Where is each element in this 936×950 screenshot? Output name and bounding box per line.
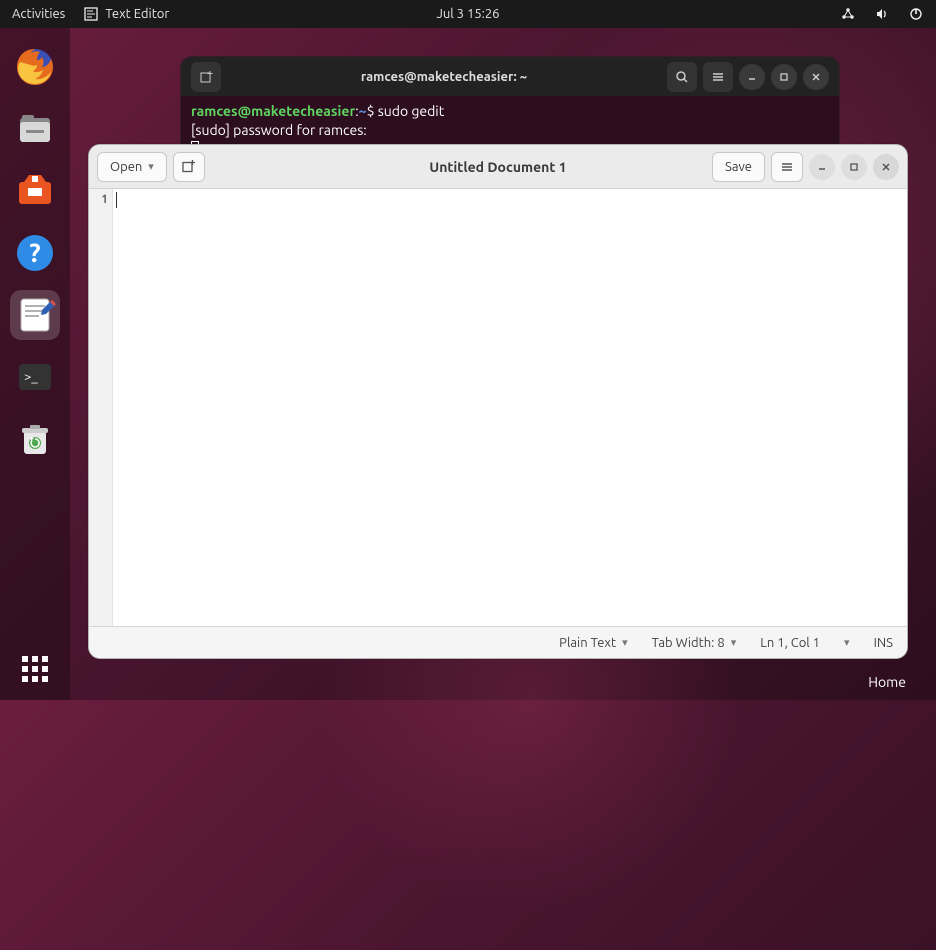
tabwidth-label: Tab Width: 8 <box>652 636 725 650</box>
active-app-indicator[interactable]: Text Editor <box>83 6 169 22</box>
active-app-name: Text Editor <box>105 7 169 21</box>
dock-help[interactable]: ? <box>10 228 60 278</box>
terminal-title: ramces@maketecheasier: ~ <box>361 70 527 84</box>
show-apps-button[interactable] <box>0 656 70 682</box>
dock: ? >_ <box>0 28 70 700</box>
tabwidth-selector[interactable]: Tab Width: 8 ▾ <box>652 636 737 650</box>
gutter-line-1: 1 <box>89 193 108 206</box>
network-icon <box>840 6 856 22</box>
line-gutter: 1 <box>89 189 113 626</box>
gedit-close-button[interactable] <box>873 154 899 180</box>
system-tray[interactable] <box>840 6 924 22</box>
maximize-icon <box>779 72 789 82</box>
maximize-icon <box>849 162 859 172</box>
chevron-down-icon: ▾ <box>731 636 737 649</box>
chevron-down-icon[interactable]: ▾ <box>844 636 850 649</box>
hamburger-icon <box>711 70 725 84</box>
gedit-maximize-button[interactable] <box>841 154 867 180</box>
terminal-line-1: ramces@maketecheasier:~$ sudo gedit <box>191 102 829 121</box>
dock-firefox[interactable] <box>10 42 60 92</box>
activities-button[interactable]: Activities <box>12 7 65 21</box>
save-button[interactable]: Save <box>712 152 765 182</box>
desktop-home-label[interactable]: Home <box>868 674 906 690</box>
position-label: Ln 1, Col 1 <box>760 636 820 650</box>
power-icon <box>908 6 924 22</box>
terminal-icon: >_ <box>14 356 56 398</box>
new-tab-button[interactable] <box>191 62 221 92</box>
terminal-menu-button[interactable] <box>703 62 733 92</box>
note-icon <box>83 6 99 22</box>
help-icon: ? <box>14 232 56 274</box>
close-icon <box>811 72 821 82</box>
prompt-symbol: $ <box>367 103 378 119</box>
terminal-close-button[interactable] <box>803 64 829 90</box>
clock[interactable]: Jul 3 15:26 <box>436 7 499 21</box>
volume-icon <box>874 6 890 22</box>
svg-text:?: ? <box>29 238 40 267</box>
open-button[interactable]: Open ▾ <box>97 152 167 182</box>
syntax-selector[interactable]: Plain Text ▾ <box>559 636 627 650</box>
dock-trash[interactable] <box>10 414 60 464</box>
terminal-search-button[interactable] <box>667 62 697 92</box>
save-button-label: Save <box>725 160 752 174</box>
insert-mode[interactable]: INS <box>874 636 893 650</box>
editor-caret <box>116 192 117 208</box>
editor-area[interactable] <box>113 189 907 626</box>
terminal-titlebar[interactable]: ramces@maketecheasier: ~ <box>181 57 839 96</box>
dock-software[interactable] <box>10 166 60 216</box>
minimize-icon <box>747 72 757 82</box>
close-icon <box>881 162 891 172</box>
chevron-down-icon: ▾ <box>148 160 154 173</box>
insert-label: INS <box>874 636 893 650</box>
dock-gedit[interactable] <box>10 290 60 340</box>
prompt-user: ramces@maketecheasier <box>191 103 355 119</box>
terminal-command: sudo gedit <box>378 103 445 119</box>
terminal-minimize-button[interactable] <box>739 64 765 90</box>
chevron-down-icon: ▾ <box>622 636 628 649</box>
open-button-label: Open <box>110 160 142 174</box>
syntax-label: Plain Text <box>559 636 616 650</box>
svg-text:>_: >_ <box>24 370 38 384</box>
cursor-position: Ln 1, Col 1 <box>760 636 820 650</box>
minimize-icon <box>817 162 827 172</box>
dock-terminal[interactable]: >_ <box>10 352 60 402</box>
gedit-title: Untitled Document 1 <box>429 159 566 175</box>
gedit-window: Open ▾ Untitled Document 1 Save <box>88 144 908 659</box>
new-tab-icon <box>199 70 213 84</box>
software-icon <box>14 170 56 212</box>
new-tab-button[interactable] <box>173 152 205 182</box>
dock-files[interactable] <box>10 104 60 154</box>
hamburger-icon <box>780 160 794 174</box>
gedit-headerbar[interactable]: Open ▾ Untitled Document 1 Save <box>89 145 907 189</box>
firefox-icon <box>14 46 56 88</box>
terminal-line-2: [sudo] password for ramces: <box>191 121 829 140</box>
new-tab-icon <box>181 159 196 174</box>
gedit-icon <box>14 294 56 336</box>
apps-grid-icon <box>22 656 48 682</box>
files-icon <box>14 108 56 150</box>
gedit-menu-button[interactable] <box>771 152 803 182</box>
terminal-maximize-button[interactable] <box>771 64 797 90</box>
search-icon <box>675 70 689 84</box>
gedit-body: 1 <box>89 189 907 626</box>
trash-icon <box>14 418 56 460</box>
prompt-path: ~ <box>359 103 367 119</box>
top-bar: Activities Text Editor Jul 3 15:26 <box>0 0 936 28</box>
gedit-minimize-button[interactable] <box>809 154 835 180</box>
gedit-statusbar: Plain Text ▾ Tab Width: 8 ▾ Ln 1, Col 1 … <box>89 626 907 658</box>
